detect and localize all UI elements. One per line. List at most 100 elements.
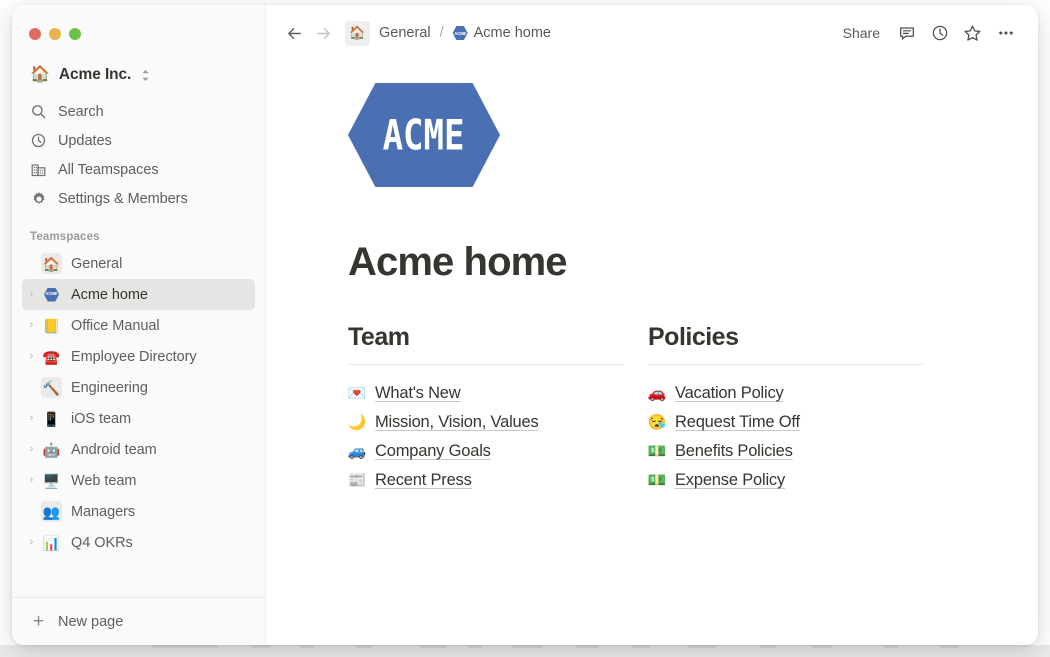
teamspace-icon: ACME — [41, 284, 62, 305]
page-link-icon: 😪 — [647, 414, 667, 431]
sidebar-item-settings-members[interactable]: Settings & Members — [22, 184, 255, 213]
breadcrumb-separator: / — [439, 25, 444, 41]
teamspace-icon: 👥 — [41, 501, 62, 522]
acme-logo-text: ACME — [383, 110, 465, 160]
sidebar-item-label: Updates — [58, 132, 112, 149]
chevron-right-icon[interactable]: › — [22, 351, 41, 362]
page-logo: ACME — [342, 65, 962, 187]
teamspace-icon: 📱 — [42, 410, 61, 427]
teamspace-label: iOS team — [71, 410, 132, 427]
page-columns: Team 💌 What's New 🌙 Mission, Vision, Values 🚙… — [342, 285, 962, 495]
sidebar-teamspace-item[interactable]: › 🖥️ Web team — [22, 465, 255, 496]
chevron-right-icon[interactable]: › — [22, 289, 41, 300]
comment-icon[interactable] — [892, 19, 921, 48]
divider — [348, 364, 623, 365]
page-link[interactable]: 📰 Recent Press — [348, 466, 623, 495]
page-link[interactable]: 💌 What's New — [348, 379, 623, 408]
teamspaces-list: ›🏠General›ACMEAcme home›📒Office Manual›☎… — [12, 248, 265, 597]
page-link-icon: 🚙 — [347, 443, 367, 460]
workspace-name: Acme Inc. — [58, 66, 132, 83]
breadcrumb: 🏠 General / ACME Acme home — [282, 20, 556, 46]
teamspaces-section-label: Teamspaces — [30, 231, 100, 243]
chevron-right-icon[interactable]: › — [22, 320, 41, 331]
sidebar-teamspace-item[interactable]: › 📱 iOS team — [22, 403, 255, 434]
breadcrumb-current-page[interactable]: ACME Acme home — [448, 22, 556, 44]
column-heading: Team — [348, 323, 410, 351]
breadcrumb-parent[interactable]: General — [374, 22, 436, 44]
acme-hexagon-icon: ACME — [44, 287, 59, 302]
teamspace-icon: 🤖 — [42, 441, 61, 458]
star-icon[interactable] — [958, 19, 987, 48]
page-title: Acme home — [348, 240, 568, 284]
chevron-right-icon[interactable]: › — [22, 444, 41, 455]
page-link-icon: 💌 — [347, 385, 367, 402]
sidebar-teamspace-item[interactable]: ›🔨Engineering — [22, 372, 255, 403]
teamspace-label: Android team — [71, 441, 157, 458]
close-button[interactable] — [29, 28, 41, 40]
new-page-button[interactable]: + New page — [22, 607, 255, 637]
page-link-label: Expense Policy — [675, 471, 786, 489]
sidebar-teamspace-item[interactable]: › 🤖 Android team — [22, 434, 255, 465]
page-link-icon: 📰 — [347, 472, 367, 489]
maximize-button[interactable] — [69, 28, 81, 40]
page-link-label: Request Time Off — [675, 413, 800, 431]
sidebar-item-search[interactable]: Search — [22, 97, 255, 126]
chevron-right-icon[interactable]: › — [22, 537, 41, 548]
page-link[interactable]: 🌙 Mission, Vision, Values — [348, 408, 623, 437]
workspace-icon: 🏠 — [30, 66, 50, 83]
teamspace-label: Office Manual — [71, 317, 160, 334]
teamspace-icon: 🖥️ — [42, 472, 61, 489]
sidebar-teamspace-item[interactable]: › 📒 Office Manual — [22, 310, 255, 341]
page-link[interactable]: 😪 Request Time Off — [648, 408, 923, 437]
gear-icon — [30, 190, 47, 207]
page-link[interactable]: 🚗 Vacation Policy — [648, 379, 923, 408]
breadcrumb-home-icon[interactable]: 🏠 — [345, 20, 370, 46]
app-window: 🏠 Acme Inc. Search Updates All Teamspace… — [12, 5, 1038, 645]
top-bar-actions: Share — [835, 19, 1020, 48]
page-link-icon: 🌙 — [347, 414, 367, 431]
sidebar-teamspace-item[interactable]: › ACME Acme home — [22, 279, 255, 310]
clock-history-icon[interactable] — [925, 19, 954, 48]
new-page-label: New page — [58, 613, 124, 630]
clock-icon — [30, 132, 47, 149]
page-link-label: Benefits Policies — [675, 442, 793, 460]
divider — [648, 364, 923, 365]
teamspace-label: Q4 OKRs — [71, 534, 133, 551]
page-link-label: Mission, Vision, Values — [375, 413, 539, 431]
sidebar-teamspace-item[interactable]: › 📊 Q4 OKRs — [22, 527, 255, 558]
more-horizontal-icon[interactable] — [991, 19, 1020, 48]
top-bar: 🏠 General / ACME Acme home Share — [266, 5, 1038, 61]
page-link-label: What's New — [375, 384, 461, 402]
sidebar-item-updates[interactable]: Updates — [22, 126, 255, 155]
chevron-right-icon[interactable]: › — [22, 475, 41, 486]
teamspace-label: Engineering — [71, 379, 148, 396]
acme-hexagon-label: ACME — [45, 291, 58, 297]
sidebar-teamspace-item[interactable]: ›🏠General — [22, 248, 255, 279]
sidebar-teamspace-item[interactable]: ›👥Managers — [22, 496, 255, 527]
page-link[interactable]: 🚙 Company Goals — [348, 437, 623, 466]
workspace-switcher[interactable]: 🏠 Acme Inc. — [22, 61, 255, 89]
share-button[interactable]: Share — [835, 20, 888, 46]
column-gap — [623, 323, 648, 495]
arrow-left-icon[interactable] — [282, 21, 307, 46]
content-column: Policies 🚗 Vacation Policy 😪 Request Time Of… — [648, 323, 923, 495]
teamspace-icon: 📒 — [42, 317, 61, 334]
plus-icon: + — [32, 611, 45, 632]
chevron-right-icon[interactable]: › — [22, 413, 41, 424]
sidebar-primary-nav: Search Updates All Teamspaces Settings &… — [12, 95, 265, 213]
minimize-button[interactable] — [49, 28, 61, 40]
content-column: Team 💌 What's New 🌙 Mission, Vision, Values 🚙… — [348, 323, 623, 495]
teamspace-icon: 🏠 — [41, 253, 62, 274]
page-link[interactable]: 💵 Expense Policy — [648, 466, 923, 495]
building-icon — [30, 161, 47, 178]
teamspace-icon: 📊 — [42, 534, 61, 551]
window-controls — [12, 5, 265, 47]
sidebar-item-label: All Teamspaces — [58, 161, 159, 178]
sidebar-item-all-teamspaces[interactable]: All Teamspaces — [22, 155, 255, 184]
page-link[interactable]: 💵 Benefits Policies — [648, 437, 923, 466]
arrow-right-icon[interactable] — [311, 21, 336, 46]
acme-logo-hexagon: ACME — [348, 83, 500, 187]
teamspace-icon: ☎️ — [42, 348, 61, 365]
sidebar-teamspace-item[interactable]: › ☎️ Employee Directory — [22, 341, 255, 372]
clipped-background-content — [0, 644, 1050, 657]
